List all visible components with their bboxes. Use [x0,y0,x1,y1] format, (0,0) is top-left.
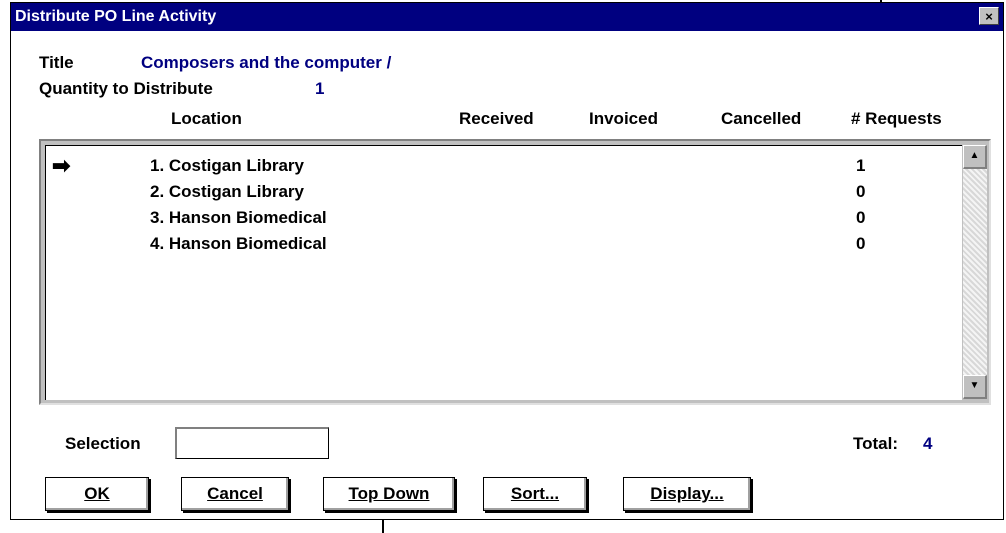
requests-cell: 0 [856,234,866,253]
location-list[interactable]: ➡ 1. Costigan Library 1 2. Costigan Libr… [45,145,962,400]
selection-input[interactable] [175,427,329,459]
location-cell: 1. Costigan Library [150,156,304,175]
location-cell: 4. Hanson Biomedical [150,234,327,253]
close-button[interactable]: × [979,7,999,25]
requests-cell: 0 [856,182,866,201]
arrow-icon: ➡ [52,153,71,178]
list-item[interactable]: 3. Hanson Biomedical 0 [46,208,962,234]
title-label: Title [39,53,74,72]
column-header-cancelled: Cancelled [721,109,802,128]
total-value: 4 [923,434,933,453]
title-value: Composers and the computer / [141,53,392,72]
column-header-invoiced: Invoiced [589,109,658,128]
location-cell: 2. Costigan Library [150,182,304,201]
cancel-button[interactable]: Cancel [181,477,289,511]
quantity-value: 1 [315,79,325,98]
location-listbox[interactable]: ➡ 1. Costigan Library 1 2. Costigan Libr… [39,139,991,405]
location-cell: 3. Hanson Biomedical [150,208,327,227]
window-title: Distribute PO Line Activity [15,8,217,25]
list-item[interactable]: ➡ 1. Costigan Library 1 [46,153,962,182]
vertical-scrollbar[interactable]: ▲ ▼ [963,145,987,399]
display-button[interactable]: Display... [623,477,751,511]
selection-label: Selection [65,434,141,453]
column-header-received: Received [459,109,534,128]
scroll-down-button[interactable]: ▼ [963,375,987,399]
list-item[interactable]: 4. Hanson Biomedical 0 [46,234,962,260]
requests-cell: 0 [856,208,866,227]
requests-cell: 1 [856,156,866,175]
total-label: Total: [853,434,899,453]
ok-button[interactable]: OK [45,477,149,511]
column-header-location: Location [171,109,242,128]
column-header-requests: # Requests [851,109,942,128]
scroll-up-button[interactable]: ▲ [963,145,987,169]
title-bar: Distribute PO Line Activity × [11,3,1003,31]
quantity-label: Quantity to Distribute [39,79,213,98]
top-down-button[interactable]: Top Down [323,477,455,511]
sort-button[interactable]: Sort... [483,477,587,511]
list-item[interactable]: 2. Costigan Library 0 [46,182,962,208]
distribute-dialog: Distribute PO Line Activity × Title Comp… [10,2,1004,520]
